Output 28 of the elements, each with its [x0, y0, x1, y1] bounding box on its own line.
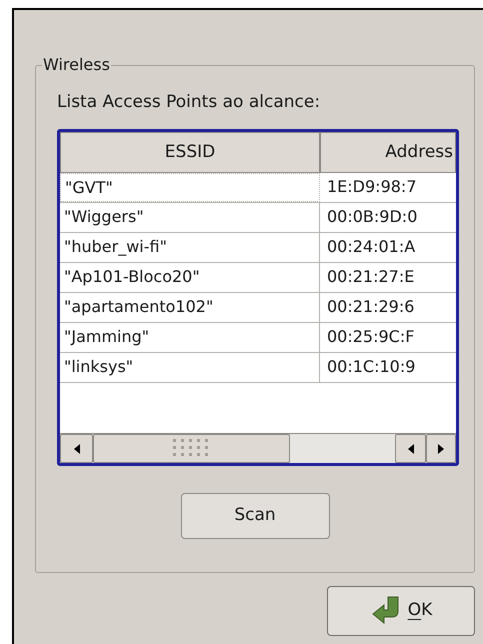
table-cell-text: 00:1C:10:9 [326, 356, 416, 378]
ok-button[interactable]: OK [327, 586, 475, 636]
table-cell[interactable]: "Ap101-Bloco20" [60, 263, 320, 292]
table-cell-text: 00:25:9C:F [326, 326, 416, 348]
table-cell-text: 00:21:29:6 [326, 296, 416, 318]
scroll-left-button[interactable] [60, 434, 93, 463]
list-label: Lista Access Points ao alcance: [57, 91, 322, 113]
scroll-right-button[interactable] [426, 434, 456, 463]
table-cell-text: 00:0B:9D:0 [326, 206, 418, 228]
scan-button[interactable]: Scan [180, 493, 330, 539]
horizontal-scrollbar[interactable] [60, 433, 456, 463]
right-arrow-icon [438, 444, 444, 454]
table-cell[interactable]: "huber_wi-fi" [60, 233, 320, 262]
column-header[interactable]: Address [320, 132, 456, 173]
table-cell-text: 1E:D9:98:7 [326, 176, 418, 198]
table-cell[interactable]: "Wiggers" [60, 203, 320, 232]
grip-icon [173, 438, 210, 458]
table-cell[interactable]: "linksys" [60, 353, 320, 382]
table-cell[interactable]: "apartamento102" [60, 293, 320, 322]
left-arrow-icon [408, 444, 414, 454]
table-cell-text: 00:24:01:A [326, 236, 416, 258]
table-cell[interactable]: "GVT" [60, 173, 320, 202]
scroll-left-button[interactable] [395, 434, 426, 463]
column-header[interactable]: ESSID [60, 132, 320, 173]
table-cell-text: 00:21:27:E [326, 266, 416, 288]
left-arrow-icon [74, 444, 80, 454]
table-cell[interactable]: "Jamming" [60, 323, 320, 352]
scroll-thumb[interactable] [93, 434, 290, 463]
